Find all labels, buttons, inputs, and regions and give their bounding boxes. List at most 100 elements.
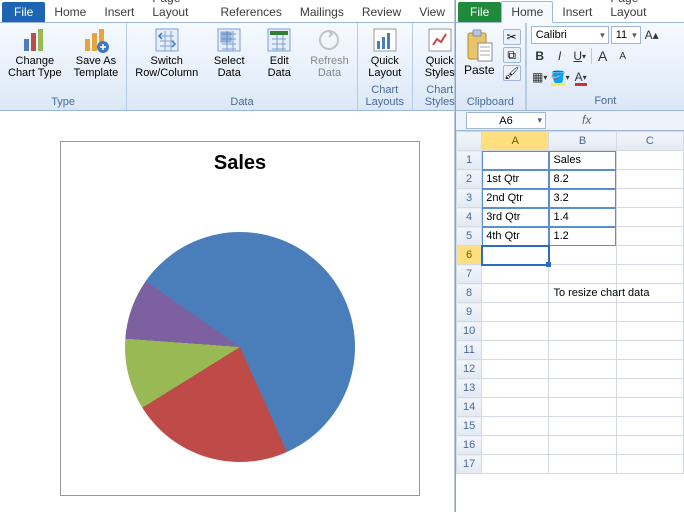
row-header-1[interactable]: 1 (457, 151, 482, 170)
col-header-B[interactable]: B (549, 132, 616, 151)
cell-B4[interactable]: 1.4 (549, 208, 616, 227)
cell-B12[interactable] (549, 360, 616, 379)
copy-button[interactable]: ⧉ (503, 47, 521, 63)
tab-view[interactable]: View (410, 2, 454, 22)
cell-B3[interactable]: 3.2 (549, 189, 616, 208)
tab-mailings[interactable]: Mailings (291, 2, 353, 22)
cell-B6[interactable] (549, 246, 616, 265)
row-header-2[interactable]: 2 (457, 170, 482, 189)
cell-C6[interactable] (616, 246, 683, 265)
worksheet[interactable]: ABC 1 Sales 21st Qtr8.2 32nd Qtr3.2 43rd Qtr… (456, 131, 684, 512)
edit-data-button[interactable]: Edit Data (256, 25, 302, 81)
cell-C1[interactable] (616, 151, 683, 170)
row-header-3[interactable]: 3 (457, 189, 482, 208)
cell-A7[interactable] (482, 265, 549, 284)
font-style-large-button[interactable]: A (594, 47, 612, 65)
cell-A12[interactable] (482, 360, 549, 379)
cell-C2[interactable] (616, 170, 683, 189)
cell-B10[interactable] (549, 322, 616, 341)
cell-B7[interactable] (549, 265, 616, 284)
cell-A2[interactable]: 1st Qtr (482, 170, 549, 189)
row-header-15[interactable]: 15 (457, 417, 482, 436)
cell-A14[interactable] (482, 398, 549, 417)
cell-C4[interactable] (616, 208, 683, 227)
row-header-4[interactable]: 4 (457, 208, 482, 227)
fill-color-button[interactable]: 🪣▾ (551, 68, 570, 86)
bold-button[interactable]: B (531, 47, 549, 65)
cell-C3[interactable] (616, 189, 683, 208)
cell-A4[interactable]: 3rd Qtr (482, 208, 549, 227)
cell-C16[interactable] (616, 436, 683, 455)
cell-C7[interactable] (616, 265, 683, 284)
cell-B9[interactable] (549, 303, 616, 322)
row-header-12[interactable]: 12 (457, 360, 482, 379)
row-header-14[interactable]: 14 (457, 398, 482, 417)
select-all-button[interactable] (457, 132, 482, 151)
cell-B8[interactable]: To resize chart data (549, 284, 616, 303)
cell-B15[interactable] (549, 417, 616, 436)
italic-button[interactable]: I (551, 47, 569, 65)
increase-font-button[interactable]: A▴ (643, 26, 661, 44)
name-box[interactable]: A6 (466, 112, 546, 129)
cell-B17[interactable] (549, 455, 616, 474)
quick-layout-button[interactable]: Quick Layout (362, 25, 408, 81)
col-header-C[interactable]: C (616, 132, 683, 151)
switch-row-column-button[interactable]: Switch Row/Column (131, 25, 202, 81)
excel-tab-insert[interactable]: Insert (553, 2, 601, 22)
row-header-6[interactable]: 6 (457, 246, 482, 265)
cell-B1[interactable]: Sales (549, 151, 616, 170)
cell-C9[interactable] (616, 303, 683, 322)
cell-C13[interactable] (616, 379, 683, 398)
tab-insert[interactable]: Insert (95, 2, 143, 22)
cell-B11[interactable] (549, 341, 616, 360)
excel-tab-pagelayout[interactable]: Page Layout (601, 0, 684, 22)
row-header-16[interactable]: 16 (457, 436, 482, 455)
cell-A17[interactable] (482, 455, 549, 474)
cell-B16[interactable] (549, 436, 616, 455)
cell-A9[interactable] (482, 303, 549, 322)
cell-A10[interactable] (482, 322, 549, 341)
cell-C10[interactable] (616, 322, 683, 341)
row-header-9[interactable]: 9 (457, 303, 482, 322)
cell-A13[interactable] (482, 379, 549, 398)
cell-A11[interactable] (482, 341, 549, 360)
tab-review[interactable]: Review (353, 2, 410, 22)
cell-C17[interactable] (616, 455, 683, 474)
borders-button[interactable]: ▦▾ (531, 68, 549, 86)
row-header-10[interactable]: 10 (457, 322, 482, 341)
tab-pagelayout[interactable]: Page Layout (143, 0, 211, 22)
row-header-17[interactable]: 17 (457, 455, 482, 474)
tab-file[interactable]: File (2, 2, 45, 22)
font-color-button[interactable]: A▾ (572, 68, 590, 86)
row-header-5[interactable]: 5 (457, 227, 482, 246)
cell-C11[interactable] (616, 341, 683, 360)
font-style-small-button[interactable]: A (614, 47, 632, 65)
cell-C12[interactable] (616, 360, 683, 379)
cell-A3[interactable]: 2nd Qtr (482, 189, 549, 208)
row-header-8[interactable]: 8 (457, 284, 482, 303)
change-chart-type-button[interactable]: Change Chart Type (4, 25, 66, 81)
chart-title[interactable]: Sales (61, 152, 419, 175)
cell-B2[interactable]: 8.2 (549, 170, 616, 189)
chart-object[interactable]: Sales (60, 141, 420, 496)
excel-tab-home[interactable]: Home (501, 1, 553, 23)
row-header-7[interactable]: 7 (457, 265, 482, 284)
excel-tab-file[interactable]: File (458, 2, 501, 22)
cell-A6[interactable] (482, 246, 549, 265)
cell-A8[interactable] (482, 284, 549, 303)
fx-label[interactable]: fx (576, 111, 597, 130)
pie-chart[interactable] (125, 232, 355, 462)
cell-B5[interactable]: 1.2 (549, 227, 616, 246)
document-area[interactable]: Sales (0, 111, 454, 512)
cell-A1[interactable] (482, 151, 549, 170)
select-data-button[interactable]: Select Data (206, 25, 252, 81)
cell-C15[interactable] (616, 417, 683, 436)
font-size-combo[interactable]: 11 (611, 26, 641, 44)
cell-C14[interactable] (616, 398, 683, 417)
format-painter-button[interactable]: 🖌 (503, 65, 521, 81)
font-name-combo[interactable]: Calibri (531, 26, 609, 44)
underline-button[interactable]: U▾ (571, 47, 589, 65)
cell-B14[interactable] (549, 398, 616, 417)
cell-A16[interactable] (482, 436, 549, 455)
col-header-A[interactable]: A (482, 132, 549, 151)
